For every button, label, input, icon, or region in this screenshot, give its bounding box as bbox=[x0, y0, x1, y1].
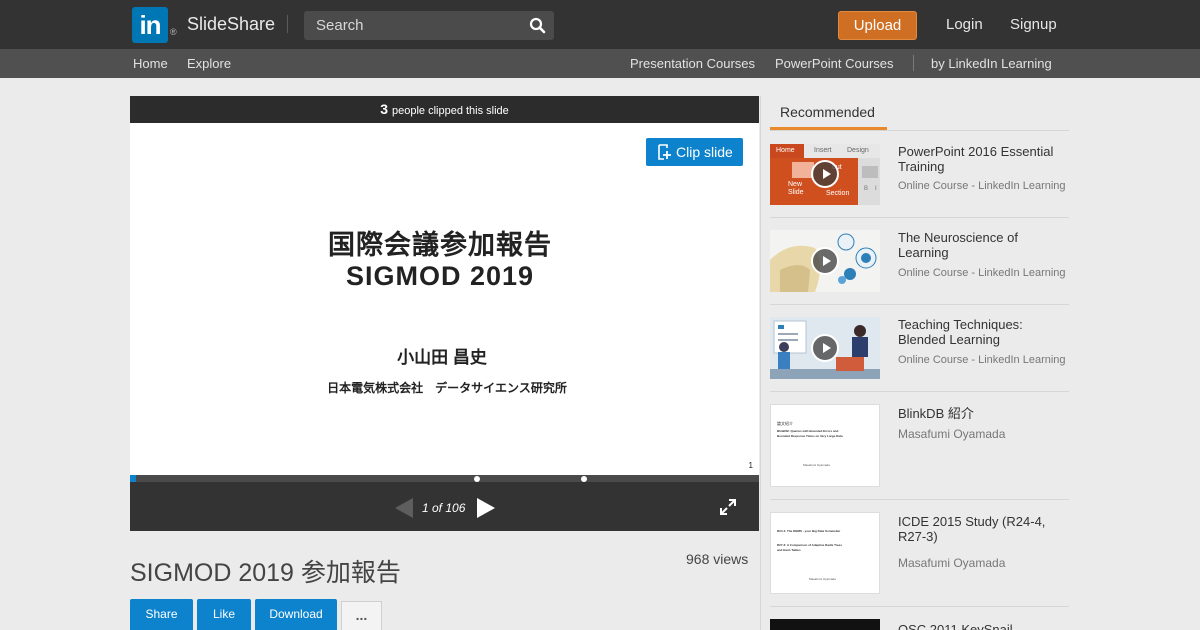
thumb-text: Insert bbox=[814, 147, 832, 154]
top-header: in ® SlideShare Upload Login Signup bbox=[0, 0, 1200, 49]
thumb-text: New bbox=[788, 181, 803, 188]
thumb-text: R27-3: A Comparison of Adaptive Radix Tr… bbox=[777, 543, 843, 547]
item-title[interactable]: ICDE 2015 Study (R24-4, R27-3) bbox=[898, 514, 1068, 544]
thumb-text: R24-4: The DBMS - your Big Data Sommelie… bbox=[777, 529, 841, 533]
registered-mark: ® bbox=[170, 27, 177, 37]
slide-viewer[interactable]: Clip slide 国際会議参加報告 SIGMOD 2019 小山田 昌史 日… bbox=[130, 123, 759, 475]
thumb-text: B bbox=[864, 186, 869, 192]
header-divider bbox=[287, 15, 288, 33]
nav-linkedin-learning[interactable]: by LinkedIn Learning bbox=[931, 56, 1052, 71]
item-subtitle: Online Course - LinkedIn Learning bbox=[898, 267, 1066, 279]
recommended-item[interactable]: 論文紹介 BlinkDB: Queries with Bounded Error… bbox=[770, 404, 1069, 487]
thumb-text: 論文紹介 bbox=[777, 421, 793, 426]
linkedin-logo[interactable]: in bbox=[132, 7, 168, 43]
tab-recommended[interactable]: Recommended bbox=[770, 96, 887, 130]
slide-progress-bar[interactable] bbox=[130, 475, 759, 482]
clip-slide-label: Clip slide bbox=[676, 144, 733, 160]
thumb-text: Bounded Response Times on Very Large Dat… bbox=[777, 434, 843, 438]
item-thumbnail[interactable] bbox=[770, 230, 880, 292]
next-arrow-icon[interactable] bbox=[477, 498, 495, 518]
item-thumbnail[interactable] bbox=[770, 317, 880, 379]
item-divider bbox=[770, 217, 1069, 218]
clip-count-bar: 3 people clipped this slide bbox=[130, 96, 759, 123]
fullscreen-icon[interactable] bbox=[720, 499, 736, 515]
brand-name[interactable]: SlideShare bbox=[187, 14, 275, 35]
sidebar-divider bbox=[760, 96, 761, 630]
nav-home[interactable]: Home bbox=[133, 56, 168, 71]
thumb-text: BlinkDB: Queries with Bounded Errors and bbox=[777, 429, 839, 433]
item-subtitle: Online Course - LinkedIn Learning bbox=[898, 180, 1066, 192]
like-button[interactable]: Like bbox=[197, 599, 251, 630]
more-icon[interactable]: ... bbox=[341, 601, 382, 630]
item-divider bbox=[770, 606, 1069, 607]
slide-author: 小山田 昌史 bbox=[397, 348, 487, 367]
thumb-text: Section bbox=[826, 190, 850, 197]
sub-navigation: Home Explore Presentation Courses PowerP… bbox=[0, 49, 1200, 78]
item-divider bbox=[770, 499, 1069, 500]
play-icon[interactable] bbox=[811, 247, 839, 275]
item-divider bbox=[770, 304, 1069, 305]
search-input[interactable] bbox=[304, 11, 519, 40]
slide-affiliation: 日本電気株式会社 データサイエンス研究所 bbox=[327, 381, 567, 395]
slide-title-line2: SIGMOD 2019 bbox=[345, 261, 535, 291]
progress-fill bbox=[130, 475, 136, 482]
item-title[interactable]: PowerPoint 2016 Essential Training bbox=[898, 144, 1068, 174]
item-title[interactable]: BlinkDB 紹介 bbox=[898, 406, 1068, 421]
item-thumbnail[interactable]: Home Insert Design New Slide out Section… bbox=[770, 144, 880, 205]
recommended-item[interactable]: Home Insert Design New Slide out Section… bbox=[770, 144, 1069, 206]
signup-link[interactable]: Signup bbox=[1010, 16, 1057, 33]
subnav-divider bbox=[913, 55, 914, 71]
play-icon[interactable] bbox=[811, 334, 839, 362]
slide-title-line1: 国際会議参加報告 bbox=[328, 230, 552, 260]
clip-count: 3 bbox=[380, 101, 388, 117]
clip-slide-button[interactable]: Clip slide bbox=[646, 138, 743, 166]
item-divider bbox=[770, 391, 1069, 392]
item-thumbnail[interactable]: R24-4: The DBMS - your Big Data Sommelie… bbox=[770, 512, 880, 594]
clip-count-text: people clipped this slide bbox=[391, 105, 509, 117]
presentation-title: SIGMOD 2019 参加報告 bbox=[130, 559, 401, 587]
item-thumbnail[interactable] bbox=[770, 619, 880, 630]
prev-arrow-icon[interactable] bbox=[395, 498, 413, 518]
search-box bbox=[304, 11, 554, 40]
recommended-item[interactable]: OSC 2011 KeySnail bbox=[770, 619, 1069, 630]
item-subtitle: Online Course - LinkedIn Learning bbox=[898, 354, 1066, 366]
thumb-text: Design bbox=[847, 147, 869, 154]
tab-baseline bbox=[770, 130, 1069, 131]
thumb-text: Masafumi Oyamada bbox=[809, 577, 836, 581]
item-author[interactable]: Masafumi Oyamada bbox=[898, 427, 1069, 441]
thumb-text: and Hash Tables bbox=[777, 548, 801, 552]
share-button[interactable]: Share bbox=[130, 599, 193, 630]
item-title[interactable]: The Neuroscience of Learning bbox=[898, 230, 1068, 260]
download-button[interactable]: Download bbox=[255, 599, 337, 630]
recommended-item[interactable]: Teaching Techniques: Blended Learning On… bbox=[770, 317, 1069, 379]
recommended-item[interactable]: The Neuroscience of Learning Online Cour… bbox=[770, 230, 1069, 292]
player-controls: 1 of 106 bbox=[130, 482, 759, 531]
slide-page-number: 1 bbox=[748, 461, 753, 470]
upload-button[interactable]: Upload bbox=[838, 11, 917, 40]
recommended-item[interactable]: R24-4: The DBMS - your Big Data Sommelie… bbox=[770, 512, 1069, 594]
nav-explore[interactable]: Explore bbox=[187, 56, 231, 71]
item-title[interactable]: OSC 2011 KeySnail bbox=[898, 622, 1068, 630]
login-link[interactable]: Login bbox=[946, 16, 983, 33]
thumb-text: Slide bbox=[788, 189, 804, 196]
view-count: 968 views bbox=[686, 551, 749, 567]
nav-powerpoint-courses[interactable]: PowerPoint Courses bbox=[775, 56, 894, 71]
thumb-text: Masafumi Oyamada bbox=[803, 463, 830, 467]
item-title[interactable]: Teaching Techniques: Blended Learning bbox=[898, 317, 1068, 347]
clip-icon bbox=[658, 144, 671, 160]
search-icon[interactable] bbox=[529, 17, 546, 34]
item-thumbnail[interactable]: 論文紹介 BlinkDB: Queries with Bounded Error… bbox=[770, 404, 880, 487]
item-author[interactable]: Masafumi Oyamada bbox=[898, 556, 1069, 570]
nav-presentation-courses[interactable]: Presentation Courses bbox=[630, 56, 755, 71]
page-indicator: 1 of 106 bbox=[422, 501, 466, 515]
thumb-text: I bbox=[875, 186, 877, 192]
play-icon[interactable] bbox=[811, 160, 839, 188]
thumb-text: Home bbox=[776, 147, 795, 154]
